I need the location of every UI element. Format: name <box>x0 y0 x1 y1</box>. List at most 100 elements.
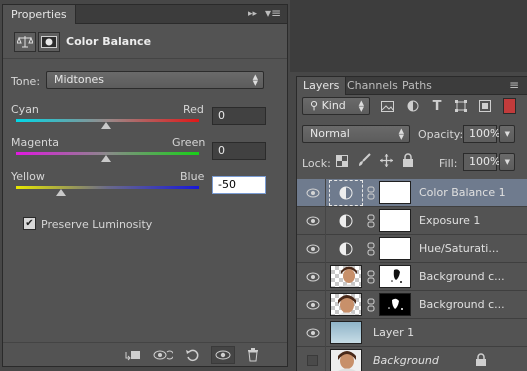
panel-title: Color Balance <box>66 35 152 48</box>
row-divider <box>325 319 326 347</box>
balance-scale-icon[interactable] <box>14 32 36 52</box>
lock-position-move-icon[interactable] <box>380 154 393 167</box>
layer-name[interactable]: Hue/Saturati... <box>419 242 499 255</box>
visibility-eye-icon[interactable] <box>304 326 322 340</box>
shape-layer-filter-icon[interactable] <box>453 99 469 113</box>
adjustment-layer-icon <box>339 242 353 256</box>
visibility-eye-icon[interactable] <box>304 242 322 256</box>
layer-row-background[interactable]: Background <box>297 347 527 371</box>
row-divider <box>325 291 326 319</box>
filter-toggle-switch[interactable] <box>503 98 516 114</box>
collapse-panel-icon[interactable]: ▸▸ <box>248 8 257 21</box>
padlock-icon <box>475 353 487 367</box>
fill-dropdown-button[interactable]: ▼ <box>499 153 515 171</box>
pixel-layer-filter-icon[interactable] <box>379 99 395 113</box>
lock-label: Lock: <box>302 157 331 170</box>
layer-name[interactable]: Color Balance 1 <box>419 186 506 199</box>
layer-row-color-balance[interactable]: Color Balance 1 <box>297 179 527 207</box>
layer-image-thumbnail[interactable] <box>330 293 362 316</box>
layer-row-exposure[interactable]: Exposure 1 <box>297 207 527 235</box>
magenta-green-slider-thumb[interactable] <box>101 155 111 162</box>
chevron-down-icon: ▼ <box>504 158 510 166</box>
layer-mask-thumbnail[interactable] <box>379 265 411 288</box>
fill-field[interactable]: 100% <box>463 153 500 171</box>
select-arrows-icon: ▲ ▼ <box>358 99 364 113</box>
search-icon: ⚲ <box>310 99 319 112</box>
layer-mask-thumbnail[interactable] <box>379 209 411 232</box>
opacity-dropdown-button[interactable]: ▼ <box>499 125 515 143</box>
visibility-toggle-off[interactable] <box>307 355 318 366</box>
properties-panel: Properties ▸▸ ▾≡ Color Balance Tone: Mid… <box>2 4 288 367</box>
blue-label: Blue <box>180 170 205 183</box>
fill-label: Fill: <box>439 157 458 170</box>
layer-mask-thumbnail[interactable] <box>379 181 411 204</box>
panel-menu-icon[interactable]: ▾≡ <box>265 7 281 20</box>
lock-all-padlock-icon[interactable] <box>402 153 414 167</box>
clip-to-layer-icon[interactable] <box>121 346 145 364</box>
layers-panel: Layers Channels Paths ≡ ⚲ Kind ▲ ▼ T Norm… <box>296 76 527 371</box>
opacity-label: Opacity: <box>418 128 464 141</box>
tab-layers[interactable]: Layers <box>297 77 347 95</box>
chain-link-icon[interactable] <box>367 186 375 200</box>
opacity-field[interactable]: 100% <box>463 125 500 143</box>
layer-name[interactable]: Background <box>373 354 439 367</box>
yellow-blue-slider-track[interactable] <box>16 186 199 189</box>
row-divider <box>325 235 326 263</box>
lock-transparent-pixels-icon[interactable] <box>336 155 348 167</box>
chain-link-icon[interactable] <box>367 214 375 228</box>
reset-icon[interactable] <box>181 346 205 364</box>
select-arrows-icon: ▲ ▼ <box>252 73 258 87</box>
visibility-eye-icon[interactable] <box>304 270 322 284</box>
layer-name[interactable]: Layer 1 <box>373 326 414 339</box>
preserve-luminosity-checkbox[interactable]: ✔ <box>23 217 36 230</box>
blend-mode-value: Normal <box>310 127 350 140</box>
layer-name[interactable]: Exposure 1 <box>419 214 480 227</box>
smart-object-filter-icon[interactable] <box>477 99 493 113</box>
tone-select[interactable]: Midtones ▲ ▼ <box>46 71 264 89</box>
trash-icon[interactable] <box>241 346 265 364</box>
layer-image-thumbnail[interactable] <box>330 265 362 288</box>
chain-link-icon[interactable] <box>367 270 375 284</box>
layer-row-layer-1[interactable]: Layer 1 <box>297 319 527 347</box>
visibility-eye-icon[interactable] <box>211 346 235 364</box>
chain-link-icon[interactable] <box>367 298 375 312</box>
row-divider <box>325 207 326 235</box>
tab-properties[interactable]: Properties <box>3 5 76 24</box>
layer-filter-select[interactable]: ⚲ Kind ▲ ▼ <box>302 97 370 115</box>
layer-row-background-copy[interactable]: Background c... <box>297 291 527 319</box>
layer-name[interactable]: Background c... <box>419 270 505 283</box>
layer-row-background-copy-2[interactable]: Background c... <box>297 263 527 291</box>
properties-header: Color Balance <box>3 25 287 59</box>
layers-tab-bar: Layers Channels Paths ≡ <box>297 77 527 95</box>
properties-tab-bar: Properties ▸▸ ▾≡ <box>3 5 287 24</box>
layer-name[interactable]: Background c... <box>419 298 505 311</box>
type-layer-filter-icon[interactable]: T <box>429 99 445 114</box>
lock-image-pixels-brush-icon[interactable] <box>357 153 371 167</box>
layers-panel-menu-icon[interactable]: ≡ <box>509 79 519 92</box>
blend-mode-select[interactable]: Normal ▲ ▼ <box>302 125 410 143</box>
cyan-red-value-field[interactable]: 0 <box>212 107 266 125</box>
yellow-blue-slider-thumb[interactable] <box>56 189 66 196</box>
tab-channels[interactable]: Channels <box>341 77 404 95</box>
red-label: Red <box>183 103 204 116</box>
layer-mask-thumbnail[interactable] <box>379 237 411 260</box>
photoshop-workspace: Properties ▸▸ ▾≡ Color Balance Tone: Mid… <box>0 0 527 371</box>
layer-image-thumbnail[interactable] <box>330 349 362 371</box>
magenta-green-value-field[interactable]: 0 <box>212 142 266 160</box>
cyan-red-slider-thumb[interactable] <box>101 122 111 129</box>
visibility-eye-icon[interactable] <box>304 298 322 312</box>
yellow-blue-value-field[interactable]: -50 <box>212 176 266 194</box>
visibility-eye-icon[interactable] <box>304 214 322 228</box>
chain-link-icon[interactable] <box>367 242 375 256</box>
visibility-eye-icon[interactable] <box>304 186 322 200</box>
view-previous-state-icon[interactable] <box>151 346 175 364</box>
layer-image-thumbnail[interactable] <box>330 321 362 344</box>
chevron-down-icon: ▼ <box>504 130 510 138</box>
layer-mask-thumbnail[interactable] <box>379 293 411 316</box>
adjustment-layer-filter-icon[interactable] <box>405 99 421 113</box>
workspace-gap <box>290 0 527 72</box>
mask-icon[interactable] <box>38 32 60 52</box>
layer-row-hue-saturation[interactable]: Hue/Saturati... <box>297 235 527 263</box>
row-divider <box>325 347 326 371</box>
tab-paths[interactable]: Paths <box>396 77 438 95</box>
